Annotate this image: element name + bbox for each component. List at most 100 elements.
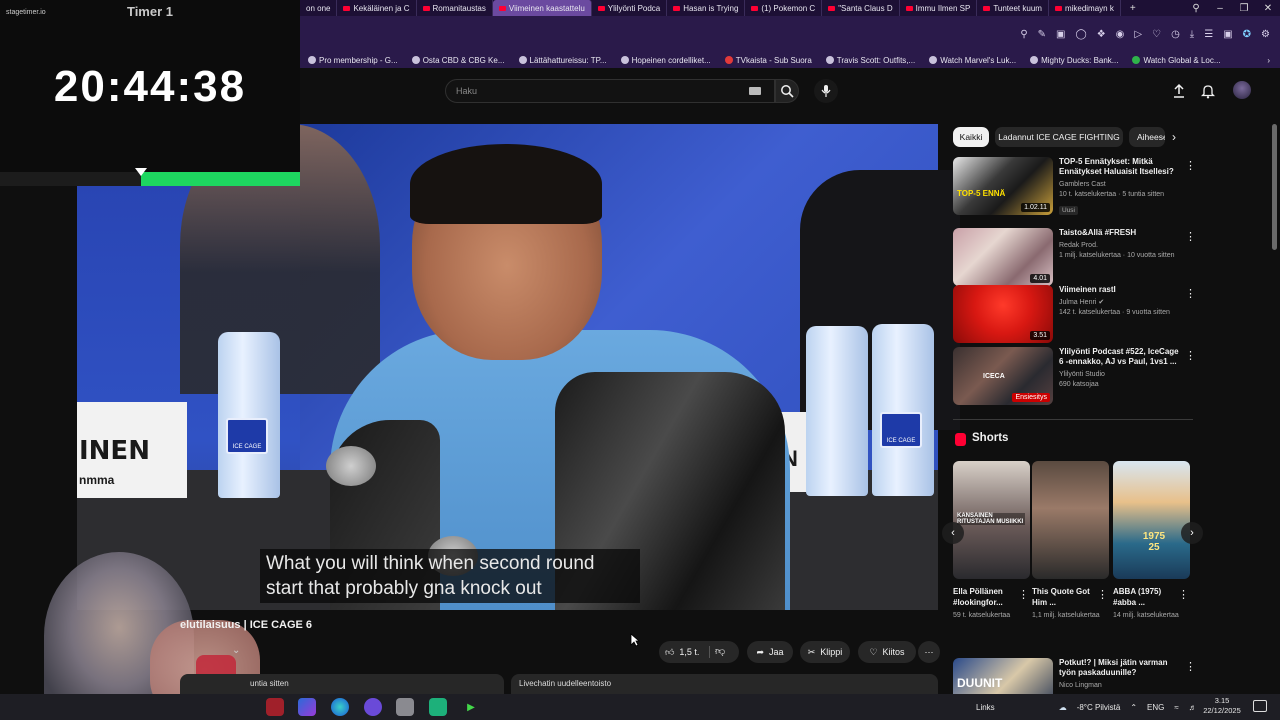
volume-icon[interactable]: ♬: [1189, 703, 1197, 712]
short-thumbnail[interactable]: KANSAINEN RITUSTAJAN MUSIIKKI: [953, 461, 1030, 579]
app-icon[interactable]: [266, 698, 284, 716]
browser-tab[interactable]: "Santa Claus D: [822, 0, 900, 16]
short-thumbnail[interactable]: 1975 25: [1113, 461, 1190, 579]
chip-uploaded-by[interactable]: Ladannut ICE CAGE FIGHTING: [995, 127, 1123, 147]
search-tabs-icon[interactable]: ⚲: [1184, 3, 1208, 14]
recommendation-item[interactable]: DUUNIT Potkut!? | Miksi jätin varman työ…: [953, 658, 1193, 694]
wallet-icon[interactable]: ✪: [1243, 29, 1251, 40]
keyboard-icon[interactable]: [749, 87, 761, 95]
clip-button[interactable]: ✂ Klippi: [800, 641, 850, 663]
mouse-cursor-icon: [630, 633, 640, 647]
thanks-button[interactable]: ♡ Kiitos: [858, 641, 916, 663]
app-icon[interactable]: [429, 698, 447, 716]
bookmark[interactable]: Lättähattureissu: TP...: [518, 56, 607, 65]
chevron-right-icon[interactable]: ›: [1172, 130, 1176, 144]
voice-search-button[interactable]: [814, 79, 838, 103]
bookmark[interactable]: Watch Global & Loc...: [1132, 56, 1221, 65]
bookmark[interactable]: TVkaista - Sub Suora: [724, 56, 812, 65]
browser-toolbar: ⚲ ✎ ▣ ◯ ❖ ◉ ▷ ♡ ◷ ⤓ ☰ ▣ ✪ ⚙: [300, 16, 1280, 52]
shield-icon[interactable]: ◯: [1075, 29, 1086, 40]
minimize-icon[interactable]: –: [1208, 3, 1232, 14]
chevron-down-icon[interactable]: ⌄: [232, 645, 248, 659]
browser-tab[interactable]: Immu Ilmen SP: [900, 0, 978, 16]
chip-related[interactable]: Aiheeseen liittyvät: [1129, 127, 1165, 147]
links-toolbar[interactable]: Links: [976, 703, 995, 712]
short-thumbnail[interactable]: [1032, 461, 1109, 579]
heart-icon[interactable]: ♡: [1152, 29, 1161, 40]
language-indicator[interactable]: ENG: [1147, 703, 1164, 712]
menu-icon[interactable]: ☰: [1204, 29, 1213, 40]
browser-tab[interactable]: mikedimayn k: [1049, 0, 1121, 16]
share-button[interactable]: ➦ Jaa: [747, 641, 793, 663]
bookmark[interactable]: Hopeinen cordelliket...: [620, 56, 711, 65]
close-icon[interactable]: ✕: [1256, 3, 1280, 14]
notifications-icon[interactable]: [1201, 83, 1215, 99]
browser-tab[interactable]: (1) Pokemon C: [745, 0, 823, 16]
clock[interactable]: 3.15 22/12/2025: [1202, 696, 1242, 716]
more-options-icon[interactable]: ⋮: [1185, 287, 1196, 300]
search-icon: [781, 85, 794, 98]
recommendation-item[interactable]: TOP-5 ENNÄ 1.02.11 TOP-5 Ennätykset: Mit…: [953, 157, 1196, 215]
like-button[interactable]: 👍︎ 1,5 t.: [659, 641, 739, 663]
extension-icon[interactable]: ◉: [1116, 29, 1125, 40]
bookmark[interactable]: Osta CBD & CBG Ke...: [411, 56, 505, 65]
scrollbar[interactable]: [1272, 124, 1277, 250]
search-button[interactable]: [775, 79, 799, 103]
weather-icon: ☁: [1058, 702, 1067, 712]
more-options-icon[interactable]: ⋮: [1185, 230, 1196, 243]
more-options-icon[interactable]: ⋮: [1185, 159, 1196, 172]
edge-icon[interactable]: [331, 698, 349, 716]
chevron-right-icon[interactable]: ›: [1181, 522, 1203, 544]
recommendation-item[interactable]: 3.51 Viimeinen rastI Julma Henri ✔ 142 t…: [953, 285, 1196, 343]
description-box[interactable]: untia sitten: [180, 674, 504, 694]
bookmark[interactable]: Mighty Ducks: Bank...: [1030, 56, 1118, 65]
browser-app-icon[interactable]: [364, 698, 382, 716]
network-icon[interactable]: ≈: [1174, 703, 1178, 712]
weather-text[interactable]: -8°C Pilvistä: [1077, 703, 1121, 712]
settings-icon[interactable]: ⚙: [1261, 29, 1270, 40]
browser-tab[interactable]: Tunteet kuum: [977, 0, 1049, 16]
chip-all[interactable]: Kaikki: [953, 127, 989, 147]
lock-icon[interactable]: ▣: [1223, 29, 1232, 40]
upload-icon[interactable]: [1172, 83, 1186, 99]
dislike-button[interactable]: 👎︎: [715, 645, 725, 657]
browser-tab[interactable]: Kekäläinen ja C: [337, 0, 417, 16]
avatar[interactable]: [1233, 81, 1251, 99]
download-icon[interactable]: ⤓: [1190, 29, 1194, 40]
play-app-icon[interactable]: ▶: [462, 698, 480, 716]
edit-icon[interactable]: ✎: [1038, 29, 1046, 40]
recommendation-item[interactable]: ICECA Ensiesitys Ylilyönti Podcast #522,…: [953, 347, 1196, 405]
live-chat-replay[interactable]: Livechatin uudelleentoisto: [511, 674, 938, 694]
history-icon[interactable]: ◷: [1171, 29, 1180, 40]
more-options-icon[interactable]: ⋮: [1185, 660, 1193, 673]
channel-name: Nico Lingman: [1059, 682, 1102, 689]
short-title: ABBA (1975) #abba ...: [1113, 587, 1162, 607]
browser-tab-active[interactable]: Viimeinen kaastattelu: [492, 0, 592, 16]
bookmark[interactable]: Pro membership - G...: [308, 56, 398, 65]
bookmark[interactable]: Watch Marvel's Luk...: [929, 56, 1016, 65]
more-options-icon[interactable]: ⋮: [1185, 349, 1196, 362]
chevron-up-icon[interactable]: ⌃: [1130, 703, 1137, 712]
notification-center-icon[interactable]: [1253, 700, 1267, 712]
browser-tab[interactable]: Hasan is Trying: [667, 0, 746, 16]
app-icon[interactable]: [396, 698, 414, 716]
recommendation-item[interactable]: 4.01 Taisto&Allä #FRESH Redak Prod. 1 mi…: [953, 228, 1196, 286]
more-options-icon[interactable]: ⋮: [1178, 588, 1189, 601]
restore-icon[interactable]: ❐: [1232, 3, 1256, 14]
search-input[interactable]: Haku: [445, 79, 775, 103]
more-options-icon[interactable]: ⋮: [1018, 588, 1029, 601]
browser-tab[interactable]: Romanitaustas: [417, 0, 493, 16]
screenshot-icon[interactable]: ▣: [1056, 29, 1065, 40]
bookmark[interactable]: Travis Scott: Outfits,...: [825, 56, 915, 65]
more-options-icon[interactable]: ⋮: [1097, 588, 1108, 601]
new-tab-button[interactable]: +: [1121, 3, 1145, 14]
chevron-left-icon[interactable]: ‹: [942, 522, 964, 544]
bookmarks-overflow-icon[interactable]: ›: [1267, 56, 1280, 65]
browser-tab[interactable]: Ylilyönti Podca: [592, 0, 668, 16]
zoom-icon[interactable]: ⚲: [1020, 29, 1027, 40]
play-icon[interactable]: ▷: [1134, 29, 1142, 40]
more-actions-button[interactable]: ⋯: [918, 641, 940, 663]
teams-icon[interactable]: [298, 698, 316, 716]
vpn-icon[interactable]: ❖: [1097, 29, 1106, 40]
browser-tab[interactable]: on one: [300, 0, 338, 16]
